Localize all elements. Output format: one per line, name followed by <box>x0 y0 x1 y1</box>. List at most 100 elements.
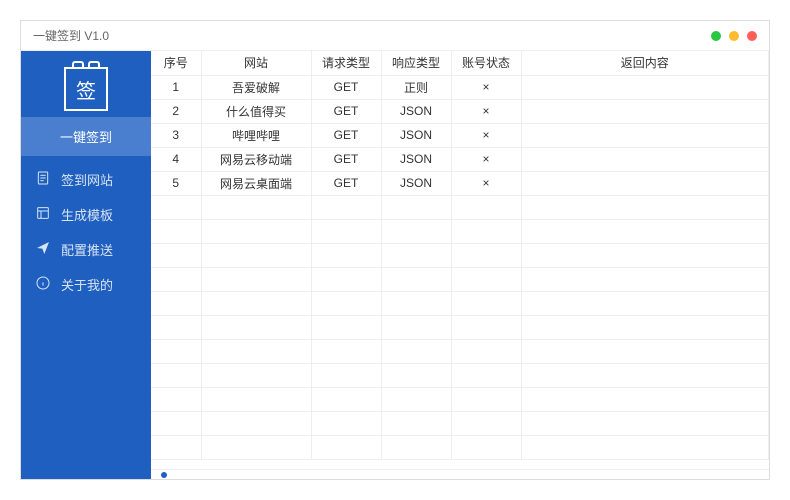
document-icon <box>35 170 51 189</box>
col-request-type[interactable]: 请求类型 <box>311 51 381 75</box>
cell-empty <box>151 339 201 363</box>
cell-site: 吾爱破解 <box>201 75 311 99</box>
cell-empty <box>451 243 521 267</box>
table-row[interactable]: 4网易云移动端GETJSON× <box>151 147 769 171</box>
table-row-empty <box>151 219 769 243</box>
cell-empty <box>311 363 381 387</box>
cell-empty <box>381 243 451 267</box>
cell-req: GET <box>311 171 381 195</box>
maximize-button[interactable] <box>729 31 739 41</box>
col-account-status[interactable]: 账号状态 <box>451 51 521 75</box>
table-row-empty <box>151 195 769 219</box>
cell-empty <box>151 267 201 291</box>
minimize-button[interactable] <box>711 31 721 41</box>
table-row-empty <box>151 363 769 387</box>
table-row-empty <box>151 267 769 291</box>
table-row-empty <box>151 315 769 339</box>
table-row-empty <box>151 411 769 435</box>
cell-ret <box>521 147 769 171</box>
cell-ret <box>521 123 769 147</box>
logo-char: 签 <box>76 75 96 104</box>
table-row-empty <box>151 291 769 315</box>
cell-empty <box>381 267 451 291</box>
cell-empty <box>311 243 381 267</box>
send-icon <box>35 240 51 259</box>
col-response-type[interactable]: 响应类型 <box>381 51 451 75</box>
cell-empty <box>311 435 381 459</box>
cell-empty <box>201 195 311 219</box>
cell-empty <box>451 315 521 339</box>
table-row-empty <box>151 339 769 363</box>
cell-empty <box>201 339 311 363</box>
cell-empty <box>521 243 769 267</box>
close-button[interactable] <box>747 31 757 41</box>
cell-resp: JSON <box>381 99 451 123</box>
sidebar-item-about[interactable]: 关于我的 <box>21 267 151 302</box>
cell-empty <box>201 315 311 339</box>
cell-empty <box>201 411 311 435</box>
table-row[interactable]: 2什么值得买GETJSON× <box>151 99 769 123</box>
cell-resp: 正则 <box>381 75 451 99</box>
signin-table: 序号 网站 请求类型 响应类型 账号状态 返回内容 1吾爱破解GET正则×2什么… <box>151 51 769 460</box>
cell-site: 网易云桌面端 <box>201 171 311 195</box>
window-title: 一键签到 V1.0 <box>33 27 711 44</box>
cell-empty <box>381 411 451 435</box>
cell-ret <box>521 75 769 99</box>
cell-empty <box>381 339 451 363</box>
cell-empty <box>151 363 201 387</box>
cell-empty <box>151 435 201 459</box>
cell-empty <box>521 411 769 435</box>
status-indicator-icon <box>161 472 167 478</box>
cell-empty <box>201 363 311 387</box>
cell-empty <box>311 315 381 339</box>
cell-empty <box>381 195 451 219</box>
table-row[interactable]: 5网易云桌面端GETJSON× <box>151 171 769 195</box>
cell-empty <box>451 387 521 411</box>
cell-empty <box>381 435 451 459</box>
cell-empty <box>451 195 521 219</box>
cell-empty <box>521 291 769 315</box>
sidebar-item-label: 一键签到 <box>60 127 112 146</box>
cell-empty <box>521 219 769 243</box>
cell-empty <box>451 339 521 363</box>
cell-seq: 2 <box>151 99 201 123</box>
col-return-content[interactable]: 返回内容 <box>521 51 769 75</box>
sidebar: 签 一键签到 签到网站 生成模板 配置推送 <box>21 51 151 479</box>
cell-empty <box>381 387 451 411</box>
sidebar-item-signin[interactable]: 一键签到 <box>21 117 151 156</box>
cell-empty <box>381 219 451 243</box>
sidebar-item-label: 关于我的 <box>61 275 113 294</box>
cell-acct: × <box>451 123 521 147</box>
cell-empty <box>311 291 381 315</box>
sidebar-item-template[interactable]: 生成模板 <box>21 197 151 232</box>
cell-empty <box>311 411 381 435</box>
cell-empty <box>451 219 521 243</box>
cell-empty <box>311 387 381 411</box>
cell-ret <box>521 99 769 123</box>
cell-empty <box>201 291 311 315</box>
info-icon <box>35 275 51 294</box>
sidebar-item-label: 配置推送 <box>61 240 113 259</box>
table-row[interactable]: 3哔哩哔哩GETJSON× <box>151 123 769 147</box>
titlebar: 一键签到 V1.0 <box>21 21 769 51</box>
col-site[interactable]: 网站 <box>201 51 311 75</box>
table-row-empty <box>151 435 769 459</box>
cell-seq: 5 <box>151 171 201 195</box>
cell-empty <box>151 315 201 339</box>
sidebar-item-push[interactable]: 配置推送 <box>21 232 151 267</box>
cell-empty <box>151 387 201 411</box>
table-row[interactable]: 1吾爱破解GET正则× <box>151 75 769 99</box>
cell-empty <box>381 315 451 339</box>
sidebar-item-label: 签到网站 <box>61 170 113 189</box>
sidebar-item-sites[interactable]: 签到网站 <box>21 162 151 197</box>
col-seq[interactable]: 序号 <box>151 51 201 75</box>
cell-empty <box>311 339 381 363</box>
cell-empty <box>311 219 381 243</box>
cell-seq: 1 <box>151 75 201 99</box>
cell-req: GET <box>311 147 381 171</box>
cell-empty <box>451 267 521 291</box>
cell-req: GET <box>311 75 381 99</box>
app-logo-icon: 签 <box>64 67 108 111</box>
cell-empty <box>451 411 521 435</box>
cell-acct: × <box>451 147 521 171</box>
